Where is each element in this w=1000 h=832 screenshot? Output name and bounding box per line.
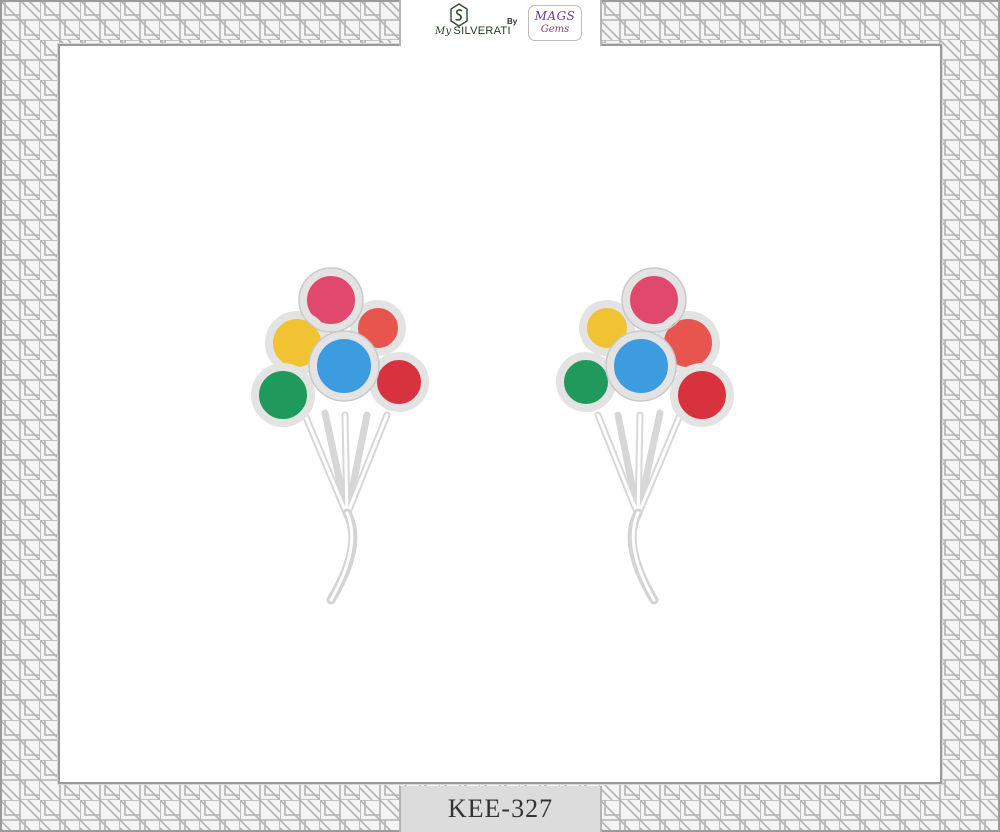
brand-badge: My SILVERATI By MAGS Gems <box>399 0 602 46</box>
mags-wordmark: MAGS <box>534 9 576 23</box>
silverati-logo: My SILVERATI <box>415 2 511 42</box>
product-code: KEE-327 <box>447 794 554 823</box>
mags-gems-logo: MAGS Gems <box>528 5 582 41</box>
silverati-prefix: My <box>435 26 452 37</box>
product-code-tab: KEE-327 <box>399 786 602 832</box>
product-photo-panel <box>60 46 940 782</box>
by-label: By <box>507 17 518 26</box>
silverati-monogram-icon <box>450 3 468 27</box>
silverati-wordmark: My SILVERATI <box>435 25 511 37</box>
balloon-earring-left <box>251 267 429 605</box>
balloon-earring-right <box>556 267 734 605</box>
silverati-name: SILVERATI <box>453 25 511 37</box>
gems-wordmark: Gems <box>540 24 570 35</box>
